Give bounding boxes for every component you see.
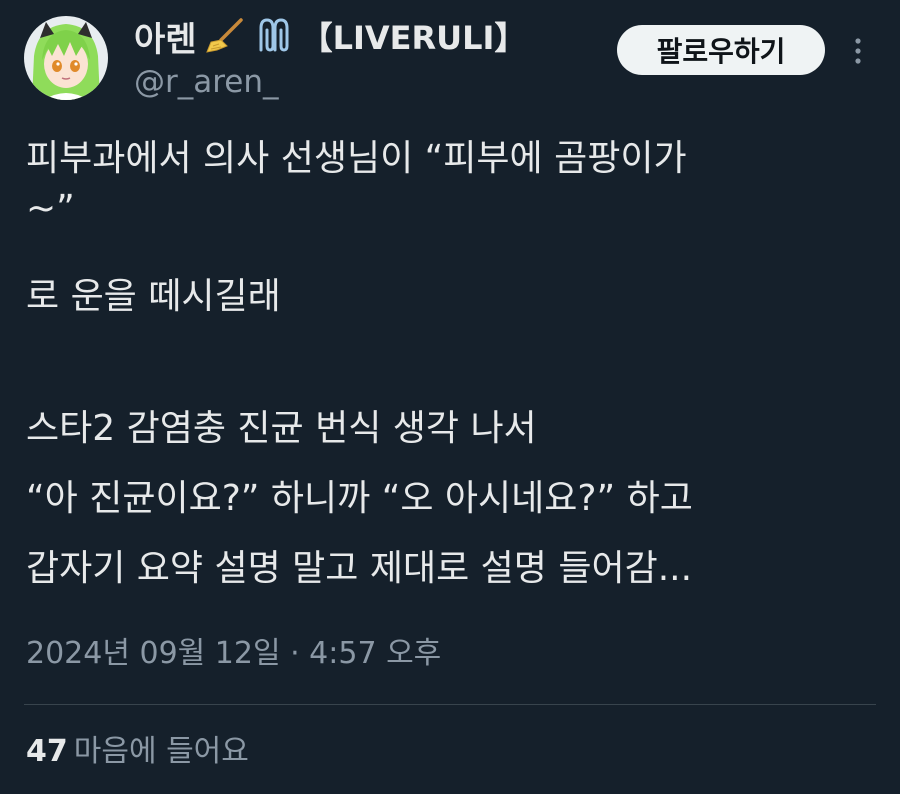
paperclip-icon [253,16,293,56]
anime-avatar-icon [24,16,108,100]
likes-count: 47 [26,734,68,769]
tweet-line: ~” [26,188,75,229]
name-tag: 【LIVERULI】 [300,19,527,57]
follow-button[interactable]: 팔로우하기 [617,25,825,75]
tweet-timestamp[interactable]: 2024년 09월 12일 · 4:57 오후 [26,632,441,676]
tweet-line: “아 진균이요?” 하니까 “오 아시네요?” 하고 [26,478,693,519]
broom-icon [205,16,245,56]
tweet-line: 갑자기 요약 설명 말고 제대로 설명 들어감... [26,548,693,589]
tweet-line: 스타2 감염충 진균 번식 생각 나서 [26,408,537,449]
avatar[interactable] [24,16,108,100]
author-name-row[interactable]: 아렌 【LIVERULI】 [134,12,526,60]
display-name[interactable]: 아렌 [134,12,197,61]
tweet-line: 로 운을 떼시길래 [26,276,281,317]
more-vertical-icon [855,38,861,64]
divider [24,704,876,705]
likes-stat[interactable]: 47 마음에 들어요 [26,730,249,774]
tweet-line: 피부과에서 의사 선생님이 “피부에 곰팡이가 [26,138,687,179]
likes-label: 마음에 들어요 [73,734,249,769]
more-options-button[interactable] [846,34,870,70]
user-handle[interactable]: @r_aren_ [134,64,279,100]
